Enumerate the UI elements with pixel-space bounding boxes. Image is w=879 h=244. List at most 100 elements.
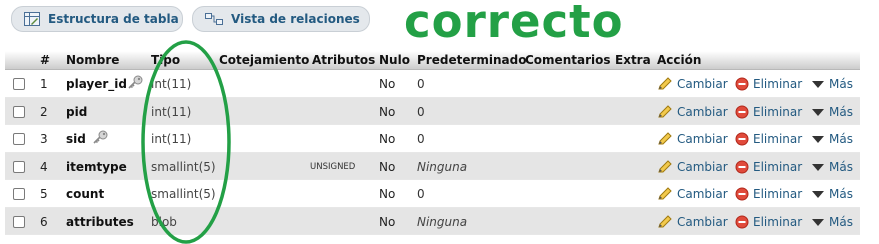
column-default: Ninguna xyxy=(417,214,468,229)
row-checkbox[interactable] xyxy=(13,215,25,228)
drop-label: Eliminar xyxy=(753,132,803,146)
key-icon-wrap xyxy=(127,75,143,92)
more-action[interactable]: Más xyxy=(811,160,853,174)
column-null: No xyxy=(379,104,396,119)
delete-icon xyxy=(735,132,749,146)
more-action[interactable]: Más xyxy=(811,77,853,91)
row-number: 1 xyxy=(40,77,48,91)
more-label: Más xyxy=(829,159,853,174)
row-number: 3 xyxy=(40,132,48,146)
column-name: itemtype xyxy=(66,159,127,174)
change-label: Cambiar xyxy=(677,104,728,119)
row-checkbox[interactable] xyxy=(13,78,25,90)
pencil-icon xyxy=(658,77,672,90)
table-row: 2 pid int(11) No 0 Cambiar Eliminar Más xyxy=(5,97,860,125)
change-action[interactable]: Cambiar xyxy=(657,77,728,91)
more-label: Más xyxy=(829,214,853,229)
pencil-icon xyxy=(658,187,672,200)
row-number: 6 xyxy=(40,214,48,229)
more-label: Más xyxy=(829,132,853,146)
drop-action[interactable]: Eliminar xyxy=(735,132,802,146)
column-type: smallint(5) xyxy=(151,187,216,201)
drop-action[interactable]: Eliminar xyxy=(735,187,802,201)
delete-icon xyxy=(735,105,749,118)
column-default: 0 xyxy=(417,104,425,119)
header-name[interactable]: Nombre xyxy=(66,53,119,67)
tab-table-structure[interactable]: Estructura de tabla xyxy=(11,6,183,32)
header-default[interactable]: Predeterminado xyxy=(417,53,526,67)
chevron-down-icon xyxy=(812,108,824,116)
more-label: Más xyxy=(829,187,853,201)
drop-action[interactable]: Eliminar xyxy=(735,105,802,119)
drop-action[interactable]: Eliminar xyxy=(735,77,802,91)
table-header: # Nombre Tipo Cotejamiento Atributos Nul… xyxy=(5,51,860,70)
delete-icon xyxy=(735,77,749,91)
pencil-icon xyxy=(658,214,672,227)
drop-action[interactable]: Eliminar xyxy=(735,160,802,174)
more-action[interactable]: Más xyxy=(811,187,853,201)
pencil-icon xyxy=(658,104,672,117)
drop-label: Eliminar xyxy=(753,214,803,229)
column-name: pid xyxy=(66,104,88,119)
tab-relations-view[interactable]: Vista de relaciones xyxy=(192,6,370,32)
column-null: No xyxy=(379,214,396,229)
table-row: 4 itemtype smallint(5) UNSIGNED No Ninguna Cam… xyxy=(5,152,860,180)
more-label: Más xyxy=(829,77,853,91)
header-type[interactable]: Tipo xyxy=(151,53,180,67)
header-null[interactable]: Nulo xyxy=(379,53,410,67)
column-type: smallint(5) xyxy=(151,159,216,174)
change-label: Cambiar xyxy=(677,214,728,229)
key-icon-wrap xyxy=(92,130,108,147)
column-attributes: UNSIGNED xyxy=(310,161,356,172)
row-number: 5 xyxy=(40,187,48,201)
table-row: 1 player_id int(11) No 0 Cambiar Eliminar Más xyxy=(5,70,860,98)
header-attributes[interactable]: Atributos xyxy=(312,53,375,67)
change-action[interactable]: Cambiar xyxy=(657,160,728,174)
key-icon xyxy=(128,75,143,89)
row-checkbox[interactable] xyxy=(13,188,25,200)
more-action[interactable]: Más xyxy=(811,132,853,146)
column-name: attributes xyxy=(66,214,134,229)
delete-icon xyxy=(735,215,749,228)
chevron-down-icon xyxy=(812,81,824,88)
column-default: 0 xyxy=(417,187,425,201)
table-row: 5 count smallint(5) No 0 Cambiar Eliminar Más xyxy=(5,180,860,208)
delete-icon xyxy=(735,187,749,201)
column-null: No xyxy=(379,132,396,146)
chevron-down-icon xyxy=(812,218,824,226)
drop-action[interactable]: Eliminar xyxy=(735,215,802,229)
chevron-down-icon xyxy=(812,136,824,143)
drop-label: Eliminar xyxy=(753,77,803,91)
column-null: No xyxy=(379,159,396,174)
column-default: Ninguna xyxy=(417,159,468,174)
tab-relations-view-label: Vista de relaciones xyxy=(231,12,360,26)
column-type: int(11) xyxy=(151,132,192,146)
drop-label: Eliminar xyxy=(753,159,803,174)
change-action[interactable]: Cambiar xyxy=(657,215,728,229)
change-label: Cambiar xyxy=(677,132,728,146)
change-label: Cambiar xyxy=(677,187,728,201)
more-action[interactable]: Más xyxy=(811,215,853,229)
row-checkbox[interactable] xyxy=(13,160,25,173)
pencil-icon xyxy=(658,159,672,172)
column-null: No xyxy=(379,187,396,201)
change-action[interactable]: Cambiar xyxy=(657,187,728,201)
row-checkbox[interactable] xyxy=(13,133,25,145)
change-label: Cambiar xyxy=(677,159,728,174)
more-action[interactable]: Más xyxy=(811,105,853,119)
column-default: 0 xyxy=(417,132,425,146)
change-action[interactable]: Cambiar xyxy=(657,105,728,119)
row-checkbox[interactable] xyxy=(13,105,25,118)
drop-label: Eliminar xyxy=(753,187,803,201)
header-comments[interactable]: Comentarios xyxy=(525,53,611,67)
table-structure-icon xyxy=(24,12,40,26)
column-type: blob xyxy=(151,214,177,229)
header-num: # xyxy=(40,53,51,67)
change-action[interactable]: Cambiar xyxy=(657,132,728,146)
header-extra[interactable]: Extra xyxy=(615,53,651,67)
change-label: Cambiar xyxy=(677,77,728,91)
tab-table-structure-label: Estructura de tabla xyxy=(48,12,179,26)
correct-annotation-text: correcto xyxy=(404,0,624,48)
row-number: 2 xyxy=(40,104,48,119)
header-collation[interactable]: Cotejamiento xyxy=(219,53,309,67)
